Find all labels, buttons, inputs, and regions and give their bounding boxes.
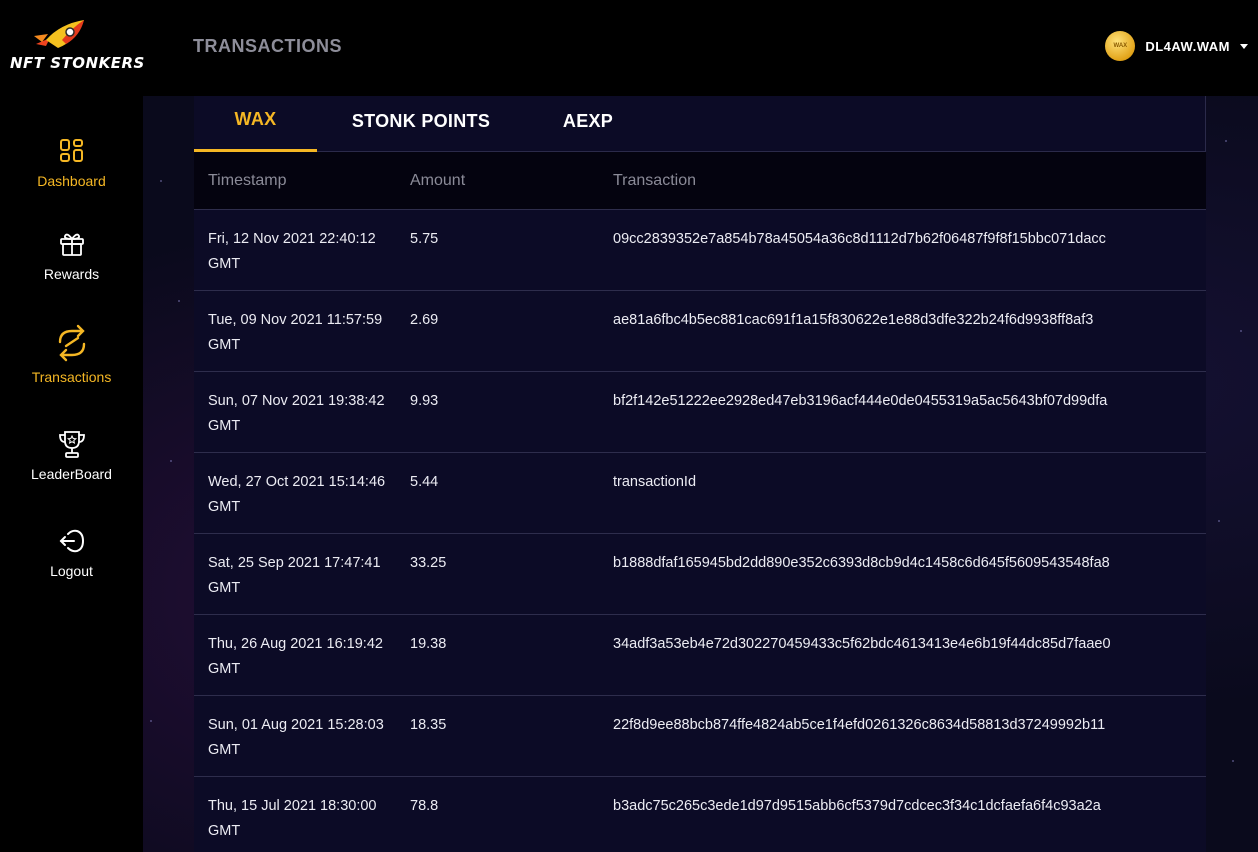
table-row[interactable]: Thu, 15 Jul 2021 18:30:00 GMT 78.8 b3adc… xyxy=(194,777,1206,852)
brand-logo[interactable]: NFT STONKERS xyxy=(8,18,144,76)
sidebar-item-logout[interactable]: Logout xyxy=(0,524,143,579)
sidebar-item-label: LeaderBoard xyxy=(31,466,112,482)
row-amount: 2.69 xyxy=(410,312,439,328)
sidebar-item-label: Rewards xyxy=(43,266,100,282)
tab-aexp[interactable]: AEXP xyxy=(544,90,632,152)
row-timestamp: Thu, 15 Jul 2021 18:30:00 GMT xyxy=(208,798,377,839)
row-timestamp: Wed, 27 Oct 2021 15:14:46 GMT xyxy=(208,474,386,515)
table-row[interactable]: Wed, 27 Oct 2021 15:14:46 GMT 5.44 trans… xyxy=(194,453,1206,534)
top-bar: NFT STONKERS TRANSACTIONS WAX DL4AW.WAM xyxy=(0,0,1258,96)
transactions-arrows-icon xyxy=(54,322,90,364)
currency-tabs: WAX STONK POINTS AEXP xyxy=(194,90,1206,152)
username: DL4AW.WAM xyxy=(1145,38,1230,54)
column-header-transaction[interactable]: Transaction xyxy=(613,172,696,190)
table-row[interactable]: Sun, 01 Aug 2021 15:28:03 GMT 18.35 22f8… xyxy=(194,696,1206,777)
sidebar-item-label: Logout xyxy=(50,563,93,579)
sidebar-item-label: Transactions xyxy=(31,369,112,385)
table-header: Timestamp Amount Transaction xyxy=(194,152,1206,210)
row-transaction-id[interactable]: 34adf3a53eb4e72d302270459433c5f62bdc4613… xyxy=(613,632,1203,657)
row-timestamp: Fri, 12 Nov 2021 22:40:12 GMT xyxy=(208,231,376,272)
table-row[interactable]: Fri, 12 Nov 2021 22:40:12 GMT 5.75 09cc2… xyxy=(194,210,1206,291)
row-amount: 78.8 xyxy=(410,798,439,814)
table-row[interactable]: Sun, 07 Nov 2021 19:38:42 GMT 9.93 bf2f1… xyxy=(194,372,1206,453)
dashboard-grid-icon xyxy=(59,134,85,168)
sidebar-item-transactions[interactable]: Transactions xyxy=(0,322,143,385)
rocket-icon xyxy=(34,20,84,48)
user-menu[interactable]: WAX DL4AW.WAM xyxy=(1105,31,1248,61)
row-timestamp: Sun, 07 Nov 2021 19:38:42 GMT xyxy=(208,393,385,434)
row-transaction-id[interactable]: 22f8d9ee88bcb874ffe4824ab5ce1f4efd026132… xyxy=(613,713,1203,738)
row-amount: 5.75 xyxy=(410,231,439,247)
trophy-icon xyxy=(56,427,88,461)
row-amount: 19.38 xyxy=(410,636,447,652)
chevron-down-icon xyxy=(1240,43,1248,49)
row-timestamp: Tue, 09 Nov 2021 11:57:59 GMT xyxy=(208,312,383,353)
row-timestamp: Sat, 25 Sep 2021 17:47:41 GMT xyxy=(208,555,381,596)
row-amount: 5.44 xyxy=(410,474,439,490)
gift-icon xyxy=(58,227,86,261)
row-timestamp: Thu, 26 Aug 2021 16:19:42 GMT xyxy=(208,636,383,677)
sidebar-item-dashboard[interactable]: Dashboard xyxy=(0,134,143,189)
sidebar-item-leaderboard[interactable]: LeaderBoard xyxy=(0,427,143,482)
sidebar-item-label: Dashboard xyxy=(37,173,106,189)
table-row[interactable]: Tue, 09 Nov 2021 11:57:59 GMT 2.69 ae81a… xyxy=(194,291,1206,372)
tab-wax[interactable]: WAX xyxy=(194,90,317,152)
row-transaction-id[interactable]: 09cc2839352e7a854b78a45054a36c8d1112d7b6… xyxy=(613,227,1203,252)
brand-name: NFT STONKERS xyxy=(10,54,145,72)
table-row[interactable]: Thu, 26 Aug 2021 16:19:42 GMT 19.38 34ad… xyxy=(194,615,1206,696)
row-transaction-id[interactable]: b3adc75c265c3ede1d97d9515abb6cf5379d7cdc… xyxy=(613,794,1203,819)
row-amount: 33.25 xyxy=(410,555,447,571)
row-amount: 18.35 xyxy=(410,717,447,733)
sidebar: Dashboard Rewards Transactions LeaderBoa… xyxy=(0,96,143,852)
transactions-panel: WAX STONK POINTS AEXP Timestamp Amount T… xyxy=(194,90,1206,852)
row-transaction-id[interactable]: b1888dfaf165945bd2dd890e352c6393d8cb9d4c… xyxy=(613,551,1203,576)
row-transaction-id[interactable]: bf2f142e51222ee2928ed47eb3196acf444e0de0… xyxy=(613,389,1203,414)
column-header-amount[interactable]: Amount xyxy=(410,172,465,190)
table-row[interactable]: Sat, 25 Sep 2021 17:47:41 GMT 33.25 b188… xyxy=(194,534,1206,615)
row-transaction-id[interactable]: transactionId xyxy=(613,470,1203,495)
column-header-timestamp[interactable]: Timestamp xyxy=(208,172,287,190)
page-title: TRANSACTIONS xyxy=(193,36,342,56)
row-amount: 9.93 xyxy=(410,393,439,409)
row-timestamp: Sun, 01 Aug 2021 15:28:03 GMT xyxy=(208,717,384,758)
sidebar-item-rewards[interactable]: Rewards xyxy=(0,227,143,282)
wax-coin-avatar: WAX xyxy=(1105,31,1136,61)
tab-stonk-points[interactable]: STONK POINTS xyxy=(336,90,506,152)
row-transaction-id[interactable]: ae81a6fbc4b5ec881cac691f1a15f830622e1e88… xyxy=(613,308,1203,333)
logout-icon xyxy=(58,524,86,558)
